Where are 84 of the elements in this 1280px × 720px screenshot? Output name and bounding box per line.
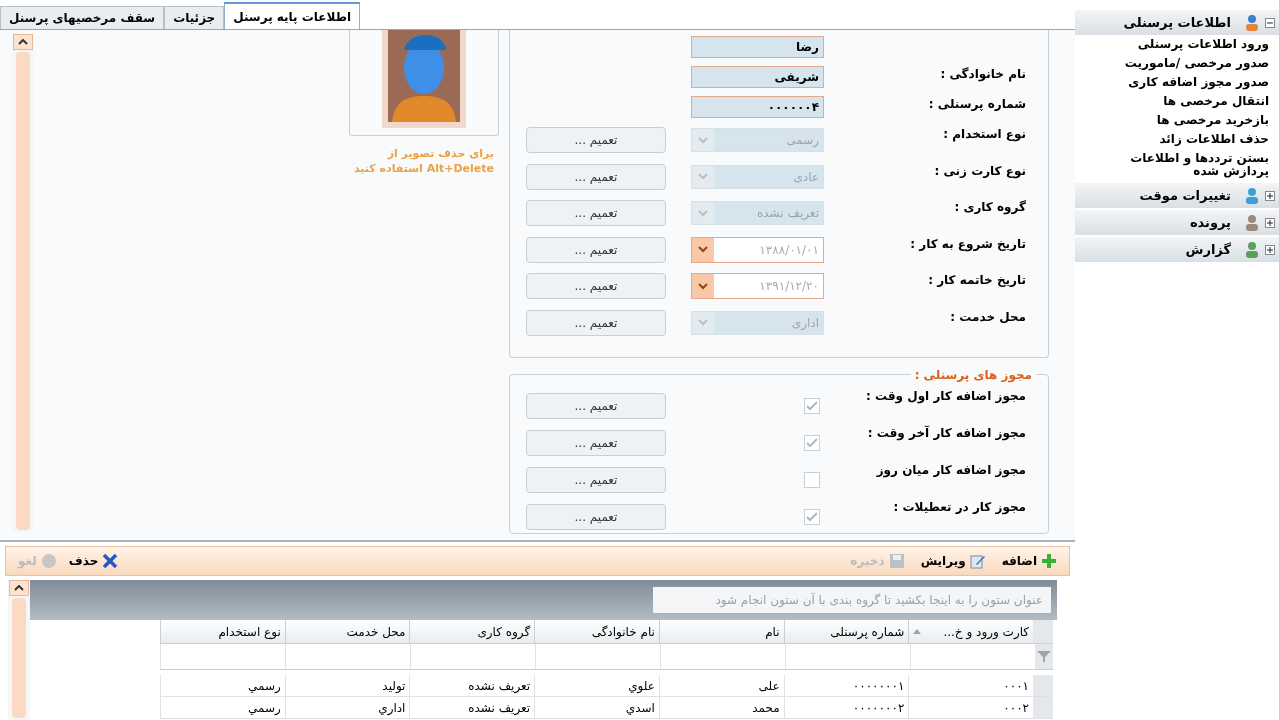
photo-delete-hint: برای حذف تصویر از Alt+Delete استفاده کنید: [354, 146, 494, 176]
person-icon: [1243, 13, 1261, 32]
expand-icon[interactable]: [1265, 217, 1275, 228]
checkbox[interactable]: [804, 471, 820, 488]
apply-button[interactable]: تعمیم ...: [526, 163, 666, 190]
pencil-icon: [969, 553, 986, 569]
filter-icon[interactable]: [1035, 644, 1053, 669]
apply-button[interactable]: تعمیم ...: [526, 127, 666, 154]
checkbox[interactable]: [804, 434, 820, 451]
table-cell: ۰۰۰۰۰۰۰۲: [783, 697, 909, 718]
column-header[interactable]: محل خدمت: [284, 620, 410, 643]
column-header[interactable]: گروه کاری: [409, 620, 535, 643]
table-cell: رسمي: [160, 675, 285, 696]
text-field[interactable]: شریفی: [691, 66, 824, 88]
text-field[interactable]: رضا: [691, 36, 824, 58]
sidebar-item[interactable]: بازخرید مرخصی ها: [1075, 111, 1279, 130]
row-indicator[interactable]: [1033, 697, 1053, 718]
field-label: نام خانوادگی :: [940, 66, 1026, 83]
scrollbar[interactable]: [12, 34, 34, 532]
scroll-up-icon[interactable]: [9, 580, 29, 596]
table-cell: رسمي: [160, 697, 285, 718]
column-header[interactable]: کارت ورود و خ...: [908, 620, 1034, 643]
table-cell: اداري: [284, 697, 410, 718]
field-label: نوع استخدام :: [943, 126, 1026, 143]
apply-button[interactable]: تعمیم ...: [526, 200, 666, 227]
expand-icon[interactable]: [1265, 244, 1275, 255]
checkbox[interactable]: [804, 397, 820, 414]
apply-button[interactable]: تعمیم ...: [526, 273, 666, 300]
sidebar-item[interactable]: انتقال مرخصی ها: [1075, 92, 1279, 111]
avatar-frame[interactable]: [349, 30, 499, 136]
field-label: شماره پرسنلی :: [928, 96, 1026, 113]
column-header[interactable]: نام: [658, 620, 784, 643]
table-cell: ۰۰۰۰۰۰۰۱: [783, 675, 909, 696]
table-cell: محمد: [658, 697, 784, 718]
field-label: محل خدمت :: [950, 308, 1026, 326]
apply-button[interactable]: تعمیم ...: [526, 392, 666, 419]
field-label: تاریخ خاتمه کار :: [928, 272, 1026, 289]
apply-button[interactable]: تعمیم ...: [526, 503, 666, 530]
plus-icon: [1041, 553, 1057, 569]
permission-label: مجوز اضافه کار اول وقت :: [866, 388, 1026, 405]
tab[interactable]: سقف مرخصیهای پرسنل: [0, 6, 165, 29]
table-cell: تعریف نشده: [409, 675, 535, 696]
tab[interactable]: اطلاعات پایه پرسنل: [224, 2, 361, 29]
table-cell: علوي: [534, 675, 659, 696]
toolbar-button[interactable]: اضافه: [997, 552, 1061, 570]
column-header[interactable]: نام خانوادگی: [534, 620, 659, 643]
avatar-silhouette-icon: [382, 30, 466, 128]
sidebar-item[interactable]: صدور مرخصی /ماموریت: [1075, 54, 1279, 73]
cross-icon: [102, 553, 119, 569]
floppy-icon: [888, 553, 905, 569]
apply-button[interactable]: تعمیم ...: [526, 429, 666, 456]
apply-button[interactable]: تعمیم ...: [526, 466, 666, 493]
row-indicator[interactable]: [1033, 675, 1053, 696]
sort-arrow-icon: [913, 629, 922, 634]
toolbar-button[interactable]: ویرایش: [916, 552, 990, 570]
field-label: نوع کارت زنی :: [934, 162, 1026, 180]
stop-icon: [40, 553, 57, 569]
apply-button[interactable]: تعمیم ...: [526, 236, 666, 263]
scroll-up-icon[interactable]: [13, 34, 33, 50]
sidebar-item[interactable]: صدور مجوز اضافه کاری: [1075, 73, 1279, 92]
text-field[interactable]: ۰۰۰۰۰۰۴: [691, 96, 824, 118]
permission-label: مجوز اضافه کار آخر وقت :: [867, 424, 1026, 442]
column-header[interactable]: نوع استخدام: [160, 620, 285, 643]
table-cell: اسدي: [534, 697, 659, 718]
table-cell: ۰۰۰۲: [908, 697, 1034, 718]
table-cell: علی: [658, 675, 784, 696]
field-label: تاریخ شروع به کار :: [910, 235, 1026, 253]
field-label: گروه کاری :: [954, 199, 1026, 216]
table-cell: تعریف نشده: [409, 697, 535, 718]
scrollbar[interactable]: [8, 580, 30, 720]
permission-label: مجوز اضافه کار میان روز: [876, 462, 1026, 479]
collapse-icon[interactable]: [1265, 17, 1275, 28]
column-header[interactable]: شماره پرسنلی: [783, 620, 909, 643]
tab[interactable]: جزئیات: [164, 6, 225, 29]
apply-button[interactable]: تعمیم ...: [526, 309, 666, 336]
checkbox[interactable]: [804, 508, 820, 525]
sidebar-item[interactable]: ورود اطلاعات پرسنلی: [1075, 35, 1279, 54]
permission-label: مجوز کار در تعطیلات :: [893, 499, 1026, 516]
sidebar-item[interactable]: حذف اطلاعات زائد: [1075, 130, 1279, 149]
toolbar-button[interactable]: حذف: [64, 552, 123, 570]
sidebar-item[interactable]: بستن ترددها و اطلاعات پردازش شده: [1075, 149, 1279, 181]
table-cell: ۰۰۰۱: [908, 675, 1034, 696]
expand-icon[interactable]: [1265, 190, 1275, 201]
table-cell: تولید: [284, 675, 410, 696]
